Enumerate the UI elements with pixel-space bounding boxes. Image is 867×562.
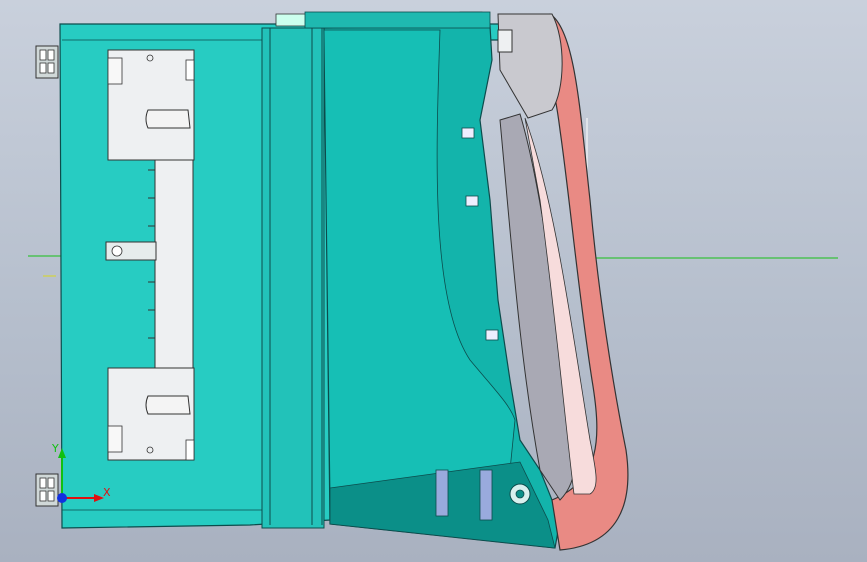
screw-boss-hole (515, 489, 525, 499)
handle-latch-button[interactable] (497, 29, 513, 53)
top-tab-left (275, 13, 307, 27)
housing-middle-panel[interactable] (261, 27, 325, 529)
cad-viewport[interactable] (0, 0, 867, 562)
connector-pins-top (35, 45, 59, 79)
triad-x-label: X (103, 486, 111, 499)
triad-y-label: Y (52, 442, 59, 455)
triad-y-arrow (58, 448, 66, 458)
triad-z-origin (57, 493, 67, 503)
latch-clip-assembly[interactable] (105, 49, 195, 461)
coordinate-triad: X Y (50, 440, 120, 510)
top-rim (304, 11, 491, 29)
